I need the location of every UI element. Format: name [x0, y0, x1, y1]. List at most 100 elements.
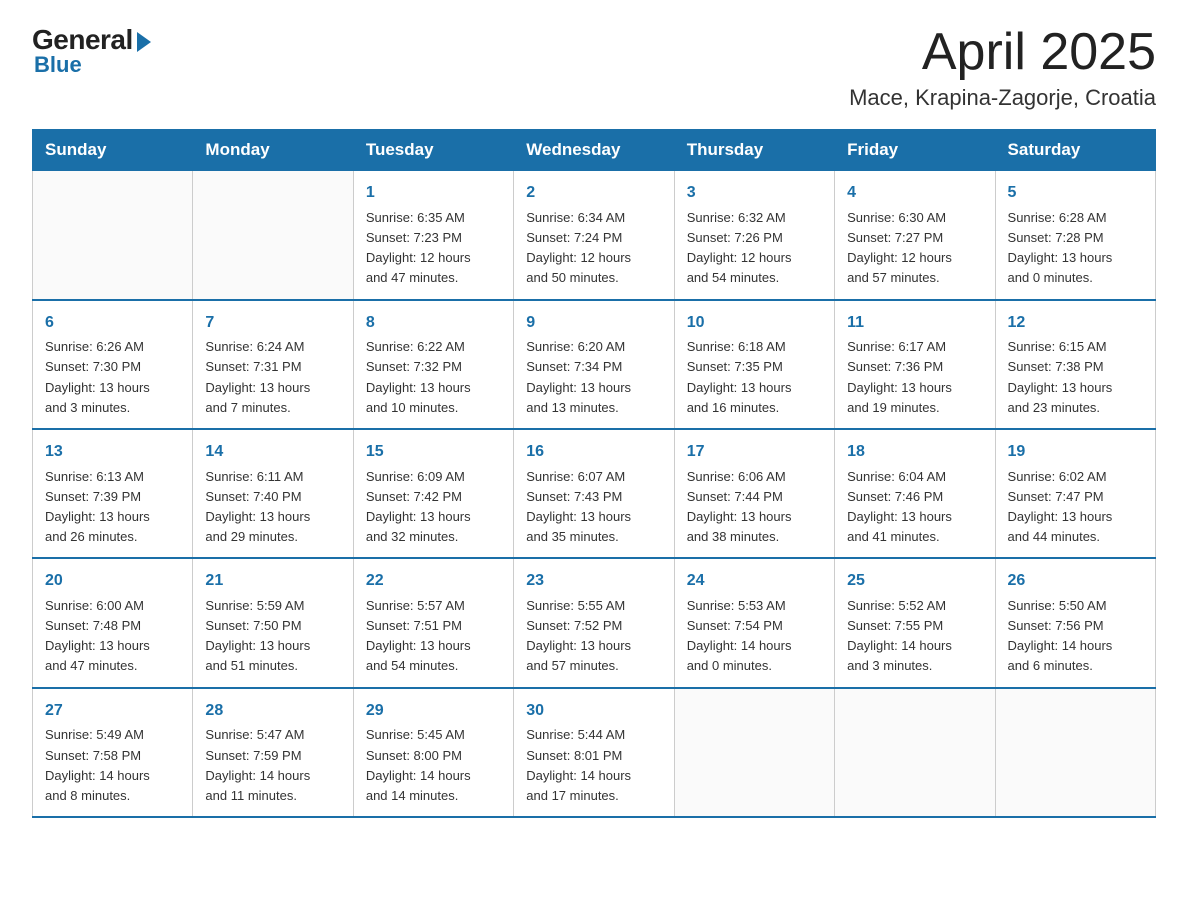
- calendar-cell: 16Sunrise: 6:07 AM Sunset: 7:43 PM Dayli…: [514, 429, 674, 558]
- day-info: Sunrise: 5:45 AM Sunset: 8:00 PM Dayligh…: [366, 725, 501, 806]
- location-subtitle: Mace, Krapina-Zagorje, Croatia: [849, 85, 1156, 111]
- day-number: 22: [366, 569, 501, 594]
- day-info: Sunrise: 5:59 AM Sunset: 7:50 PM Dayligh…: [205, 596, 340, 677]
- calendar-cell: 17Sunrise: 6:06 AM Sunset: 7:44 PM Dayli…: [674, 429, 834, 558]
- day-info: Sunrise: 5:50 AM Sunset: 7:56 PM Dayligh…: [1008, 596, 1143, 677]
- page-header: General Blue April 2025 Mace, Krapina-Za…: [32, 24, 1156, 111]
- calendar-cell: 8Sunrise: 6:22 AM Sunset: 7:32 PM Daylig…: [353, 300, 513, 429]
- calendar-cell: [835, 688, 995, 817]
- month-title: April 2025: [849, 24, 1156, 81]
- logo: General Blue: [32, 24, 151, 78]
- day-info: Sunrise: 6:17 AM Sunset: 7:36 PM Dayligh…: [847, 337, 982, 418]
- calendar-day-header: Friday: [835, 130, 995, 171]
- day-info: Sunrise: 6:28 AM Sunset: 7:28 PM Dayligh…: [1008, 208, 1143, 289]
- calendar-cell: 24Sunrise: 5:53 AM Sunset: 7:54 PM Dayli…: [674, 558, 834, 687]
- day-number: 11: [847, 311, 982, 336]
- day-number: 14: [205, 440, 340, 465]
- calendar-cell: 4Sunrise: 6:30 AM Sunset: 7:27 PM Daylig…: [835, 171, 995, 300]
- day-number: 16: [526, 440, 661, 465]
- calendar-cell: 13Sunrise: 6:13 AM Sunset: 7:39 PM Dayli…: [33, 429, 193, 558]
- day-info: Sunrise: 6:20 AM Sunset: 7:34 PM Dayligh…: [526, 337, 661, 418]
- calendar-cell: 18Sunrise: 6:04 AM Sunset: 7:46 PM Dayli…: [835, 429, 995, 558]
- day-number: 23: [526, 569, 661, 594]
- calendar-week-row: 13Sunrise: 6:13 AM Sunset: 7:39 PM Dayli…: [33, 429, 1156, 558]
- day-info: Sunrise: 6:24 AM Sunset: 7:31 PM Dayligh…: [205, 337, 340, 418]
- day-number: 18: [847, 440, 982, 465]
- calendar-cell: 11Sunrise: 6:17 AM Sunset: 7:36 PM Dayli…: [835, 300, 995, 429]
- day-info: Sunrise: 5:47 AM Sunset: 7:59 PM Dayligh…: [205, 725, 340, 806]
- day-info: Sunrise: 6:06 AM Sunset: 7:44 PM Dayligh…: [687, 467, 822, 548]
- day-number: 5: [1008, 181, 1143, 206]
- calendar-cell: 3Sunrise: 6:32 AM Sunset: 7:26 PM Daylig…: [674, 171, 834, 300]
- calendar-day-header: Tuesday: [353, 130, 513, 171]
- calendar-cell: 22Sunrise: 5:57 AM Sunset: 7:51 PM Dayli…: [353, 558, 513, 687]
- calendar-cell: [995, 688, 1155, 817]
- day-number: 29: [366, 699, 501, 724]
- calendar-body: 1Sunrise: 6:35 AM Sunset: 7:23 PM Daylig…: [33, 171, 1156, 817]
- calendar-cell: 9Sunrise: 6:20 AM Sunset: 7:34 PM Daylig…: [514, 300, 674, 429]
- day-info: Sunrise: 6:15 AM Sunset: 7:38 PM Dayligh…: [1008, 337, 1143, 418]
- day-info: Sunrise: 6:34 AM Sunset: 7:24 PM Dayligh…: [526, 208, 661, 289]
- calendar-table: SundayMondayTuesdayWednesdayThursdayFrid…: [32, 129, 1156, 818]
- day-number: 6: [45, 311, 180, 336]
- day-info: Sunrise: 6:18 AM Sunset: 7:35 PM Dayligh…: [687, 337, 822, 418]
- calendar-week-row: 20Sunrise: 6:00 AM Sunset: 7:48 PM Dayli…: [33, 558, 1156, 687]
- day-number: 12: [1008, 311, 1143, 336]
- calendar-week-row: 1Sunrise: 6:35 AM Sunset: 7:23 PM Daylig…: [33, 171, 1156, 300]
- calendar-cell: 6Sunrise: 6:26 AM Sunset: 7:30 PM Daylig…: [33, 300, 193, 429]
- calendar-cell: 28Sunrise: 5:47 AM Sunset: 7:59 PM Dayli…: [193, 688, 353, 817]
- day-number: 24: [687, 569, 822, 594]
- day-info: Sunrise: 6:11 AM Sunset: 7:40 PM Dayligh…: [205, 467, 340, 548]
- day-info: Sunrise: 6:32 AM Sunset: 7:26 PM Dayligh…: [687, 208, 822, 289]
- day-number: 26: [1008, 569, 1143, 594]
- day-number: 30: [526, 699, 661, 724]
- day-info: Sunrise: 6:04 AM Sunset: 7:46 PM Dayligh…: [847, 467, 982, 548]
- calendar-cell: 26Sunrise: 5:50 AM Sunset: 7:56 PM Dayli…: [995, 558, 1155, 687]
- calendar-week-row: 27Sunrise: 5:49 AM Sunset: 7:58 PM Dayli…: [33, 688, 1156, 817]
- day-info: Sunrise: 6:26 AM Sunset: 7:30 PM Dayligh…: [45, 337, 180, 418]
- day-number: 9: [526, 311, 661, 336]
- day-number: 19: [1008, 440, 1143, 465]
- calendar-cell: 20Sunrise: 6:00 AM Sunset: 7:48 PM Dayli…: [33, 558, 193, 687]
- day-info: Sunrise: 5:44 AM Sunset: 8:01 PM Dayligh…: [526, 725, 661, 806]
- day-number: 7: [205, 311, 340, 336]
- calendar-cell: [674, 688, 834, 817]
- title-block: April 2025 Mace, Krapina-Zagorje, Croati…: [849, 24, 1156, 111]
- calendar-day-header: Thursday: [674, 130, 834, 171]
- calendar-cell: [33, 171, 193, 300]
- logo-blue-text: Blue: [34, 52, 82, 78]
- day-number: 4: [847, 181, 982, 206]
- calendar-cell: 19Sunrise: 6:02 AM Sunset: 7:47 PM Dayli…: [995, 429, 1155, 558]
- day-number: 27: [45, 699, 180, 724]
- day-number: 20: [45, 569, 180, 594]
- calendar-header-row: SundayMondayTuesdayWednesdayThursdayFrid…: [33, 130, 1156, 171]
- day-info: Sunrise: 6:02 AM Sunset: 7:47 PM Dayligh…: [1008, 467, 1143, 548]
- day-number: 17: [687, 440, 822, 465]
- calendar-day-header: Monday: [193, 130, 353, 171]
- day-info: Sunrise: 6:22 AM Sunset: 7:32 PM Dayligh…: [366, 337, 501, 418]
- calendar-cell: 2Sunrise: 6:34 AM Sunset: 7:24 PM Daylig…: [514, 171, 674, 300]
- day-info: Sunrise: 6:13 AM Sunset: 7:39 PM Dayligh…: [45, 467, 180, 548]
- calendar-cell: 25Sunrise: 5:52 AM Sunset: 7:55 PM Dayli…: [835, 558, 995, 687]
- day-info: Sunrise: 6:30 AM Sunset: 7:27 PM Dayligh…: [847, 208, 982, 289]
- calendar-cell: 29Sunrise: 5:45 AM Sunset: 8:00 PM Dayli…: [353, 688, 513, 817]
- calendar-cell: 30Sunrise: 5:44 AM Sunset: 8:01 PM Dayli…: [514, 688, 674, 817]
- calendar-cell: 7Sunrise: 6:24 AM Sunset: 7:31 PM Daylig…: [193, 300, 353, 429]
- day-number: 28: [205, 699, 340, 724]
- calendar-day-header: Saturday: [995, 130, 1155, 171]
- calendar-cell: 14Sunrise: 6:11 AM Sunset: 7:40 PM Dayli…: [193, 429, 353, 558]
- calendar-cell: 21Sunrise: 5:59 AM Sunset: 7:50 PM Dayli…: [193, 558, 353, 687]
- day-number: 21: [205, 569, 340, 594]
- day-info: Sunrise: 5:53 AM Sunset: 7:54 PM Dayligh…: [687, 596, 822, 677]
- calendar-cell: 27Sunrise: 5:49 AM Sunset: 7:58 PM Dayli…: [33, 688, 193, 817]
- day-info: Sunrise: 6:09 AM Sunset: 7:42 PM Dayligh…: [366, 467, 501, 548]
- day-info: Sunrise: 6:35 AM Sunset: 7:23 PM Dayligh…: [366, 208, 501, 289]
- calendar-day-header: Sunday: [33, 130, 193, 171]
- day-info: Sunrise: 5:57 AM Sunset: 7:51 PM Dayligh…: [366, 596, 501, 677]
- day-number: 8: [366, 311, 501, 336]
- day-number: 15: [366, 440, 501, 465]
- day-number: 1: [366, 181, 501, 206]
- calendar-cell: 15Sunrise: 6:09 AM Sunset: 7:42 PM Dayli…: [353, 429, 513, 558]
- day-number: 13: [45, 440, 180, 465]
- calendar-cell: 10Sunrise: 6:18 AM Sunset: 7:35 PM Dayli…: [674, 300, 834, 429]
